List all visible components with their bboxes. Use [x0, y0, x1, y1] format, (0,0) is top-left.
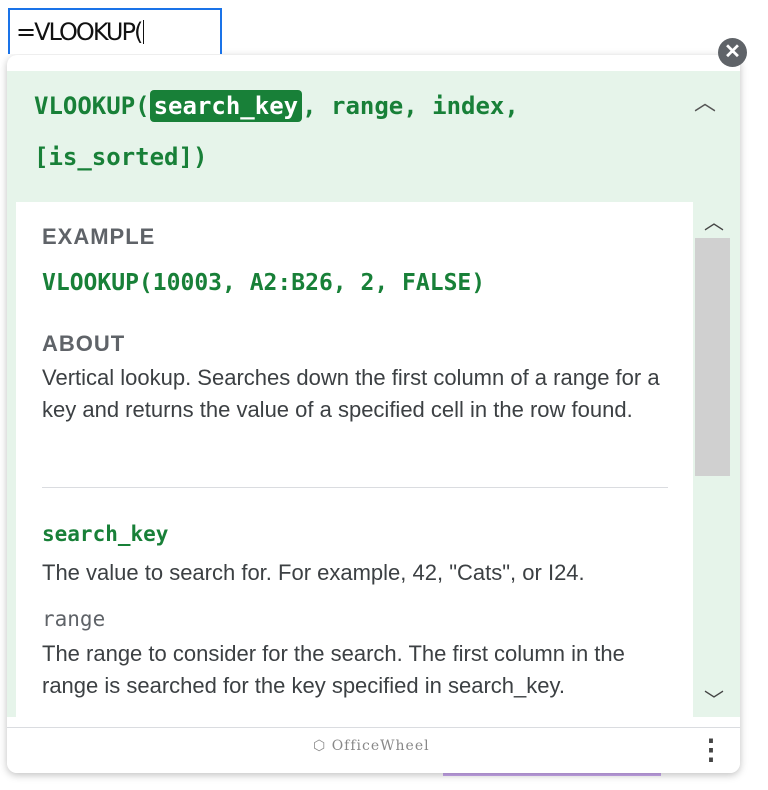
formula-help-popup: VLOOKUP(search_key, range, index, [is_sor… — [7, 55, 740, 773]
scroll-up-icon[interactable]: ︿ — [704, 206, 724, 235]
function-signature: VLOOKUP(search_key, range, index, [is_sor… — [34, 81, 674, 183]
active-argument: search_key — [149, 90, 303, 122]
param-desc-range: The range to consider for the search. Th… — [42, 641, 625, 698]
popup-footer: ⬡ OfficeWheel ⋮ — [7, 727, 740, 773]
param-desc-search-key: The value to search for. For example, 42… — [42, 560, 585, 585]
chevron-up-icon[interactable]: ︿ — [694, 85, 716, 117]
text-caret — [143, 20, 145, 44]
example-code: VLOOKUP(10003, A2:B26, 2, FALSE) — [42, 270, 486, 296]
help-content: EXAMPLE VLOOKUP(10003, A2:B26, 2, FALSE)… — [16, 202, 693, 717]
function-name: VLOOKUP( — [34, 92, 150, 120]
scroll-down-icon[interactable]: ﹀ — [704, 684, 724, 713]
close-icon[interactable]: ✕ — [718, 38, 747, 67]
logo-text: OfficeWheel — [331, 738, 430, 754]
cell-highlight — [443, 773, 661, 776]
signature-rest: , range, index, — [302, 92, 519, 120]
officewheel-logo: ⬡ OfficeWheel — [313, 738, 430, 754]
about-label: ABOUT — [42, 331, 126, 356]
param-name-search-key: search_key — [42, 522, 169, 546]
scrollbar-thumb[interactable] — [695, 238, 730, 476]
scrollbar[interactable]: ︿ ﹀ — [695, 202, 730, 717]
formula-text: =VLOOKUP( — [16, 18, 143, 46]
example-label: EXAMPLE — [42, 224, 156, 249]
signature-line2: [is_sorted]) — [34, 143, 208, 171]
param-name-range: range — [42, 607, 106, 631]
formula-cell-input[interactable]: =VLOOKUP( — [8, 8, 222, 54]
divider — [42, 487, 668, 488]
more-vert-icon[interactable]: ⋮ — [697, 732, 725, 768]
about-text: Vertical lookup. Searches down the first… — [42, 365, 660, 422]
